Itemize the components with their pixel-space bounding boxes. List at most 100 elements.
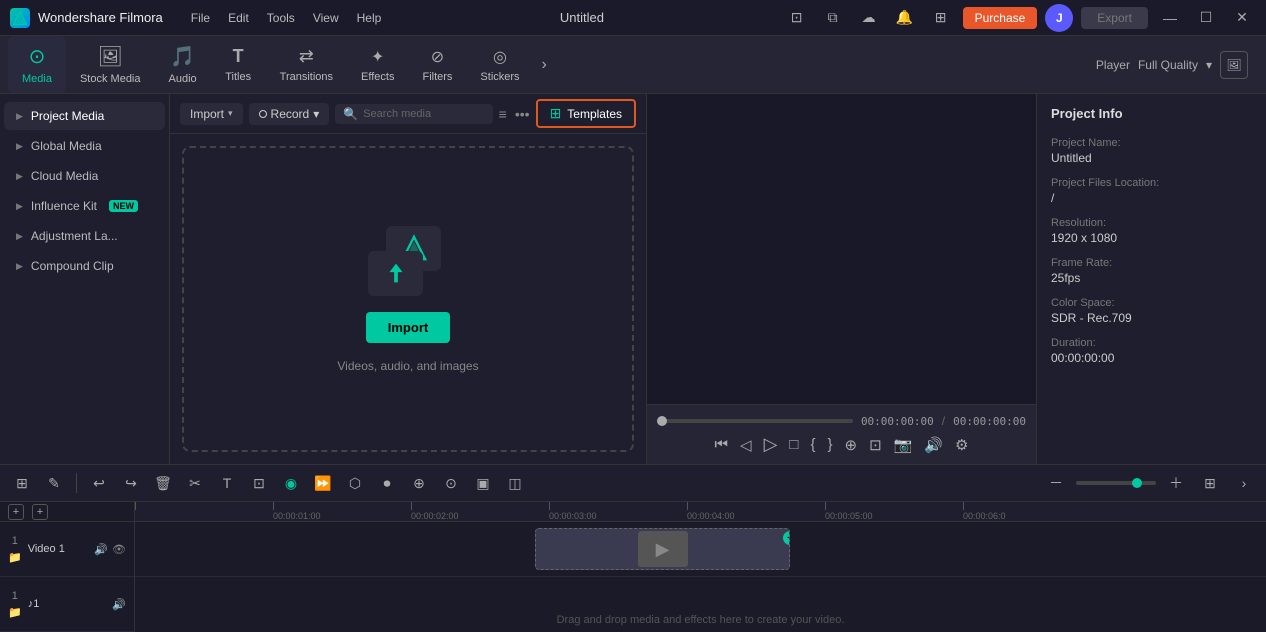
sidebar-item-influence-kit[interactable]: ▶ Influence Kit NEW xyxy=(4,192,165,220)
sidebar-item-compound-clip[interactable]: ▶ Compound Clip xyxy=(4,252,165,280)
zoom-slider-area: － ＋ ⊞ › xyxy=(1042,469,1258,497)
delete-button[interactable]: 🗑 xyxy=(149,469,177,497)
record-tl-button[interactable]: ⏺ xyxy=(373,469,401,497)
crop-button[interactable]: ⊡ xyxy=(245,469,273,497)
menu-view[interactable]: View xyxy=(313,11,339,25)
export-button[interactable]: Export xyxy=(1081,7,1148,29)
user-avatar[interactable]: J xyxy=(1045,4,1073,32)
timeline-toolbar: ⊞ ✎ ↩ ↪ 🗑 ✂ T ⊡ ◉ ⏩ ⬡ ⏺ ⊕ ⊙ ▣ ◫ － ＋ ⊞ › xyxy=(0,464,1266,502)
audio-track-num-icon: 1 xyxy=(12,590,18,602)
render-icon[interactable]: ⊡ xyxy=(869,436,882,454)
cloud-icon[interactable]: ☁ xyxy=(855,4,883,32)
bell-icon[interactable]: 🔔 xyxy=(891,4,919,32)
zoom-thumb[interactable] xyxy=(1132,478,1142,488)
zoom-out-button[interactable]: － xyxy=(1042,469,1070,497)
frame-back-icon[interactable]: ◁ xyxy=(740,436,752,454)
auto-caption-icon[interactable]: ✎ xyxy=(40,469,68,497)
progress-thumb[interactable] xyxy=(657,416,667,426)
templates-button[interactable]: ⊞ Templates xyxy=(536,99,636,128)
sidebar-item-project-media[interactable]: ▶ Project Media xyxy=(4,102,165,130)
undo-button[interactable]: ↩ xyxy=(85,469,113,497)
search-input[interactable] xyxy=(363,108,484,120)
menu-help[interactable]: Help xyxy=(357,11,382,25)
toolbar-audio[interactable]: 🎵 Audio xyxy=(155,36,211,93)
mark-in-icon[interactable]: { xyxy=(810,436,815,453)
add-video-track-button[interactable]: + xyxy=(8,504,24,520)
mark-out-icon[interactable]: } xyxy=(827,436,832,453)
cut-button[interactable]: ✂ xyxy=(181,469,209,497)
maximize-button[interactable]: ☐ xyxy=(1192,4,1220,32)
add-to-timeline-icon[interactable]: ⊕ xyxy=(845,436,858,454)
ruler-mark-2: 00:00:02:00 xyxy=(411,502,459,521)
menu-edit[interactable]: Edit xyxy=(228,11,249,25)
screen-mode-icon[interactable]: ⊡ xyxy=(783,4,811,32)
total-timecode: 00:00:00:00 xyxy=(953,415,1026,428)
zoom-in-button[interactable]: ＋ xyxy=(1162,469,1190,497)
motion-track-button[interactable]: ⊙ xyxy=(437,469,465,497)
titles-icon: T xyxy=(233,46,244,67)
scene-detect-icon[interactable]: ⊞ xyxy=(8,469,36,497)
progress-track[interactable] xyxy=(657,419,853,423)
audio-effect-button[interactable]: ◫ xyxy=(501,469,529,497)
sidebar-item-adjustment-layer[interactable]: ▶ Adjustment La... xyxy=(4,222,165,250)
pi-duration-value: 00:00:00:00 xyxy=(1051,351,1114,365)
split-screen-icon[interactable]: ⧉ xyxy=(819,4,847,32)
clip-add-icon[interactable]: + xyxy=(783,531,790,545)
video-mute-icon[interactable]: 🔊 xyxy=(94,543,108,556)
settings-icon[interactable]: ⚙ xyxy=(955,436,968,454)
menu-file[interactable]: File xyxy=(191,11,210,25)
speed-button[interactable]: ⏩ xyxy=(309,469,337,497)
timeline-settings-icon[interactable]: ⊞ xyxy=(1196,469,1224,497)
sidebar-arrow-icon: ▶ xyxy=(16,231,23,242)
purchase-button[interactable]: Purchase xyxy=(963,7,1038,29)
pi-files-row: Project Files Location: / xyxy=(1051,177,1252,205)
toolbar-stock-media-label: Stock Media xyxy=(80,73,141,85)
timeline-more-icon[interactable]: › xyxy=(1230,469,1258,497)
play-icon[interactable]: ▷ xyxy=(764,434,778,455)
import-button[interactable]: Import ▾ xyxy=(180,103,243,125)
stop-icon[interactable]: □ xyxy=(789,436,798,453)
color-button[interactable]: ◉ xyxy=(277,469,305,497)
video-eye-icon[interactable]: 👁 xyxy=(112,543,126,556)
search-box: 🔍 xyxy=(335,104,492,124)
sidebar-arrow-icon: ▶ xyxy=(16,111,23,122)
menu-tools[interactable]: Tools xyxy=(267,11,295,25)
audio-icon[interactable]: 🔊 xyxy=(924,436,943,454)
go-to-start-icon[interactable]: ⏮ xyxy=(715,436,729,453)
mask-button[interactable]: ⬡ xyxy=(341,469,369,497)
text-button[interactable]: T xyxy=(213,469,241,497)
redo-button[interactable]: ↪ xyxy=(117,469,145,497)
import-dropzone-button[interactable]: Import xyxy=(366,312,450,343)
zoom-slider[interactable] xyxy=(1076,481,1156,485)
split-button[interactable]: ⊕ xyxy=(405,469,433,497)
record-button[interactable]: Record ▾ xyxy=(249,103,330,125)
toolbar-effects-label: Effects xyxy=(361,71,394,83)
import-label: Import xyxy=(190,107,224,121)
video-effect-button[interactable]: ▣ xyxy=(469,469,497,497)
ruler-tick xyxy=(825,502,826,510)
sidebar-item-cloud-media[interactable]: ▶ Cloud Media xyxy=(4,162,165,190)
audio-track-folder-icon[interactable]: 📁 xyxy=(8,606,22,619)
video-clip[interactable]: ▶ + xyxy=(535,528,790,570)
toolbar-stock-media[interactable]: 🖼 Stock Media xyxy=(66,36,155,93)
toolbar-effects[interactable]: ✦ Effects xyxy=(347,36,408,93)
media-panel: Import ▾ Record ▾ 🔍 ≡ ••• ⊞ Templates xyxy=(170,94,646,464)
toolbar-media[interactable]: ⊙ Media xyxy=(8,36,66,93)
audio-mute-icon[interactable]: 🔊 xyxy=(112,598,126,611)
player-snapshot-button[interactable]: 🖼 xyxy=(1220,51,1248,79)
sidebar-item-global-media[interactable]: ▶ Global Media xyxy=(4,132,165,160)
video-track-folder-icon[interactable]: 📁 xyxy=(8,551,22,564)
minimize-button[interactable]: — xyxy=(1156,4,1184,32)
toolbar-titles[interactable]: T Titles xyxy=(211,36,266,93)
toolbar-filters[interactable]: ⊘ Filters xyxy=(408,36,466,93)
filter-icon[interactable]: ≡ xyxy=(499,106,507,122)
snapshot-icon[interactable]: 📷 xyxy=(894,436,913,454)
add-audio-track-button[interactable]: + xyxy=(32,504,48,520)
toolbar-stickers[interactable]: ◎ Stickers xyxy=(466,36,533,93)
grid-icon[interactable]: ⊞ xyxy=(927,4,955,32)
toolbar-transitions[interactable]: ⇄ Transitions xyxy=(266,36,347,93)
toolbar-more-button[interactable]: › xyxy=(534,36,555,93)
close-button[interactable]: ✕ xyxy=(1228,4,1256,32)
more-options-icon[interactable]: ••• xyxy=(515,106,530,122)
sidebar-label-project-media: Project Media xyxy=(31,109,104,123)
